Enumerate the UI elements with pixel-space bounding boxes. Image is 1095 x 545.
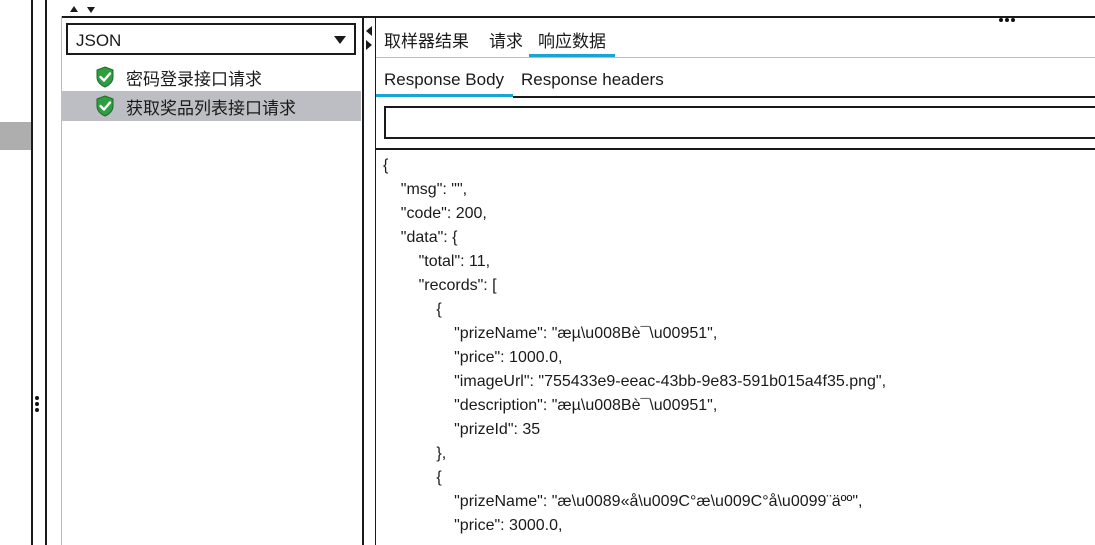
- response-body-line: "code": 200,: [383, 205, 487, 222]
- response-body-line: "data": {: [383, 229, 458, 246]
- response-body-line: "price": 3000.0,: [383, 517, 563, 534]
- active-subtab-indicator: [376, 94, 513, 97]
- tab-bar-border: [376, 57, 1095, 58]
- shield-check-icon: [96, 66, 114, 88]
- tab-response-data[interactable]: 响应数据: [538, 27, 606, 52]
- more-options-icon[interactable]: [999, 7, 1017, 26]
- search-input[interactable]: [384, 106, 1095, 139]
- move-down-icon[interactable]: [87, 7, 95, 13]
- response-body-text[interactable]: { "msg": "", "code": 200, "data": { "tot…: [383, 154, 886, 538]
- view-type-value: JSON: [76, 31, 122, 50]
- top-toolbar: [61, 0, 1095, 18]
- subtab-bar-border: [513, 96, 1095, 98]
- response-body-line: "imageUrl": "755433e9-eeac-43bb-9e83-591…: [383, 373, 887, 390]
- tab-sampler-result[interactable]: 取样器结果: [384, 27, 469, 52]
- response-body-line: {: [383, 157, 389, 174]
- tab-response-body[interactable]: Response Body: [384, 70, 504, 90]
- result-tree-item[interactable]: 获取奖品列表接口请求: [61, 91, 361, 121]
- response-body-line: {: [383, 301, 442, 318]
- collapse-left-icon[interactable]: [366, 26, 372, 36]
- panel-divider: [31, 0, 33, 545]
- tab-request[interactable]: 请求: [489, 27, 523, 52]
- search-divider: [376, 148, 1095, 150]
- response-body-line: "price": 1000.0,: [383, 349, 563, 366]
- view-type-select[interactable]: JSON: [66, 23, 356, 55]
- panel-divider: [45, 0, 47, 545]
- result-tree-item[interactable]: 密码登录接口请求: [61, 62, 361, 92]
- splitter-handle-icon[interactable]: [35, 396, 41, 416]
- response-body-line: "prizeId": 35: [383, 421, 541, 438]
- response-body-line: "records": [: [383, 277, 497, 294]
- response-body-line: "prizeName": "æµ\u008Bè¯\u00951",: [383, 325, 718, 342]
- move-up-icon[interactable]: [70, 6, 78, 12]
- tab-response-headers[interactable]: Response headers: [521, 70, 664, 90]
- response-body-line: {: [383, 469, 442, 486]
- response-body-line: "total": 11,: [383, 253, 491, 270]
- left-panel-fragment: [0, 122, 31, 150]
- collapse-right-icon[interactable]: [366, 40, 372, 50]
- response-body-line: "msg": "",: [383, 181, 468, 198]
- pane-divider[interactable]: [362, 16, 364, 545]
- response-body-line: "description": "æµ\u008Bè¯\u00951",: [383, 397, 718, 414]
- result-tree-label: 密码登录接口请求: [126, 70, 262, 90]
- pane-collapse-arrows[interactable]: [366, 26, 372, 50]
- shield-check-icon: [96, 95, 114, 117]
- chevron-down-icon[interactable]: [334, 36, 346, 44]
- response-body-line: "prizeName": "æ\u0089«å\u009C°æ\u009C°å\…: [383, 493, 863, 510]
- result-tree-label: 获取奖品列表接口请求: [126, 99, 296, 119]
- response-body-line: },: [383, 445, 447, 462]
